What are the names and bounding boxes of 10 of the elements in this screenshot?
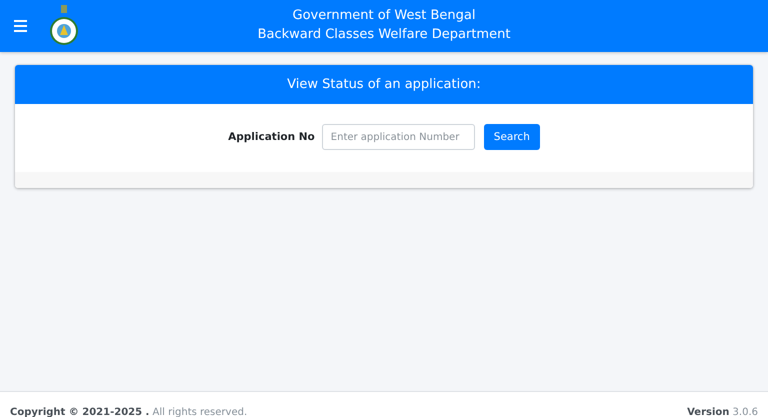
version-text: Version 3.0.6 xyxy=(687,407,758,417)
menu-button[interactable] xyxy=(14,20,27,32)
header-title: Government of West Bengal xyxy=(292,7,476,25)
header-title: Backward Classes Welfare Department xyxy=(258,26,510,44)
card-title: View Status of an application: xyxy=(15,65,753,104)
application-number-field[interactable]: Enter application Number xyxy=(322,124,475,150)
search-button[interactable]: Search xyxy=(484,124,540,150)
field-label: Application No xyxy=(228,131,315,143)
copyright-text: Copyright © 2021-2025 . All rights reserved. xyxy=(10,407,248,417)
emblem-icon xyxy=(49,5,79,47)
